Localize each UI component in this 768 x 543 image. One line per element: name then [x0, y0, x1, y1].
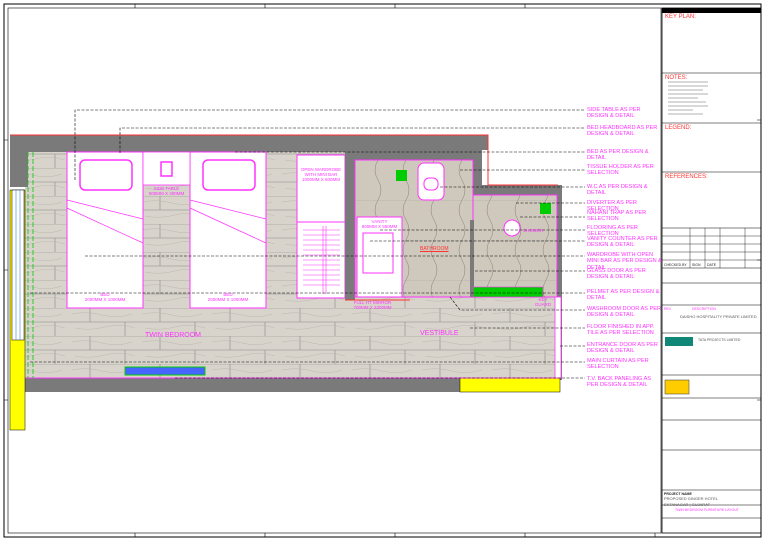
bed-1-label: BED 2000MM X 1000MM	[84, 292, 126, 302]
key-guard-label: KEY GUARD	[534, 297, 552, 307]
drawing-title: TWIN BEDROOM FURNITURE LAYOUT	[675, 508, 739, 512]
bed-2-label: BED 2000MM X 1000MM	[207, 292, 249, 302]
rev-label: REV	[664, 307, 672, 311]
room-label-twin-bedroom: TWIN BEDROOM	[145, 332, 201, 339]
callout-tissue-holder: TISSUE HOLDER AS PER SELECTION	[587, 164, 654, 177]
callout-entrance-door: ENTRANCE DOOR AS PER DESIGN & DETAIL	[587, 342, 658, 355]
callout-nahani-trap: NAHANI TRAP AS PER SELECTION	[587, 210, 647, 223]
callout-floor-finish: FLOOR FINISHED IN APP. TILE AS PER SELEC…	[587, 324, 655, 337]
client-name: DAISHO HOSPITALITY PRIVATE LIMITED	[680, 314, 757, 319]
callout-washroom-door: WASHROOM DOOR AS PER DESIGN & DETAIL	[587, 306, 662, 319]
side-table-label: SIDE TABLE 500MM X 400MM	[148, 186, 185, 196]
drawing-sheet: TWIN BEDROOM VESTIBULE BATHROOM SHOWER B…	[0, 0, 768, 543]
notes-heading: NOTES:	[665, 75, 688, 81]
checked-by-label: CHECKED BY	[664, 263, 687, 267]
room-label-shower: SHOWER	[523, 228, 544, 233]
consultant-name: TATA PROJECTS LIMITED	[698, 338, 741, 342]
room-label-bathroom: BATHROOM	[420, 246, 449, 252]
callout-tv-back-paneling: T.V. BACK PANELING AS PER DESIGN & DETAI…	[587, 376, 652, 389]
sign-label: SIGN	[692, 263, 701, 267]
callout-glass-door: GLASS DOOR AS PER DESIGN & DETAIL	[587, 268, 646, 281]
callout-bed-headboard: BED HEADBOARD AS PER DESIGN & DETAIL	[587, 125, 658, 138]
callout-pelmet: PELMET AS PER DESIGN & DETAIL	[587, 289, 660, 302]
callout-bed: BED AS PER DESIGN & DETAIL	[587, 149, 649, 162]
date-label: DATE	[707, 263, 717, 267]
wardrobe-label: OPEN WARDROBE WITH MINI BAR 1000MM X 600…	[300, 167, 342, 182]
full-mirror-label: FULL HT MIRROR 700MM X 2200MM	[353, 300, 392, 310]
vanity-label: VANITY 800MM X 550MM	[361, 219, 398, 229]
callout-vanity-counter: VANITY COUNTER AS PER DESIGN & DETAIL	[587, 236, 658, 249]
callout-side-table: SIDE TABLE AS PER DESIGN & DETAIL	[587, 107, 641, 120]
room-label-vestibule: VESTIBULE	[420, 330, 459, 337]
references-heading: REFERENCES:	[665, 174, 708, 180]
callout-main-curtain: MAIN CURTAIN AS PER SELECTION	[587, 358, 649, 371]
key-plan-heading: KEY PLAN:	[665, 14, 696, 20]
legend-heading: LEGEND:	[665, 125, 692, 131]
description-label: DESCRIPTION	[692, 307, 716, 311]
callout-wc: W.C AS PER DESIGN & DETAIL	[587, 184, 648, 197]
